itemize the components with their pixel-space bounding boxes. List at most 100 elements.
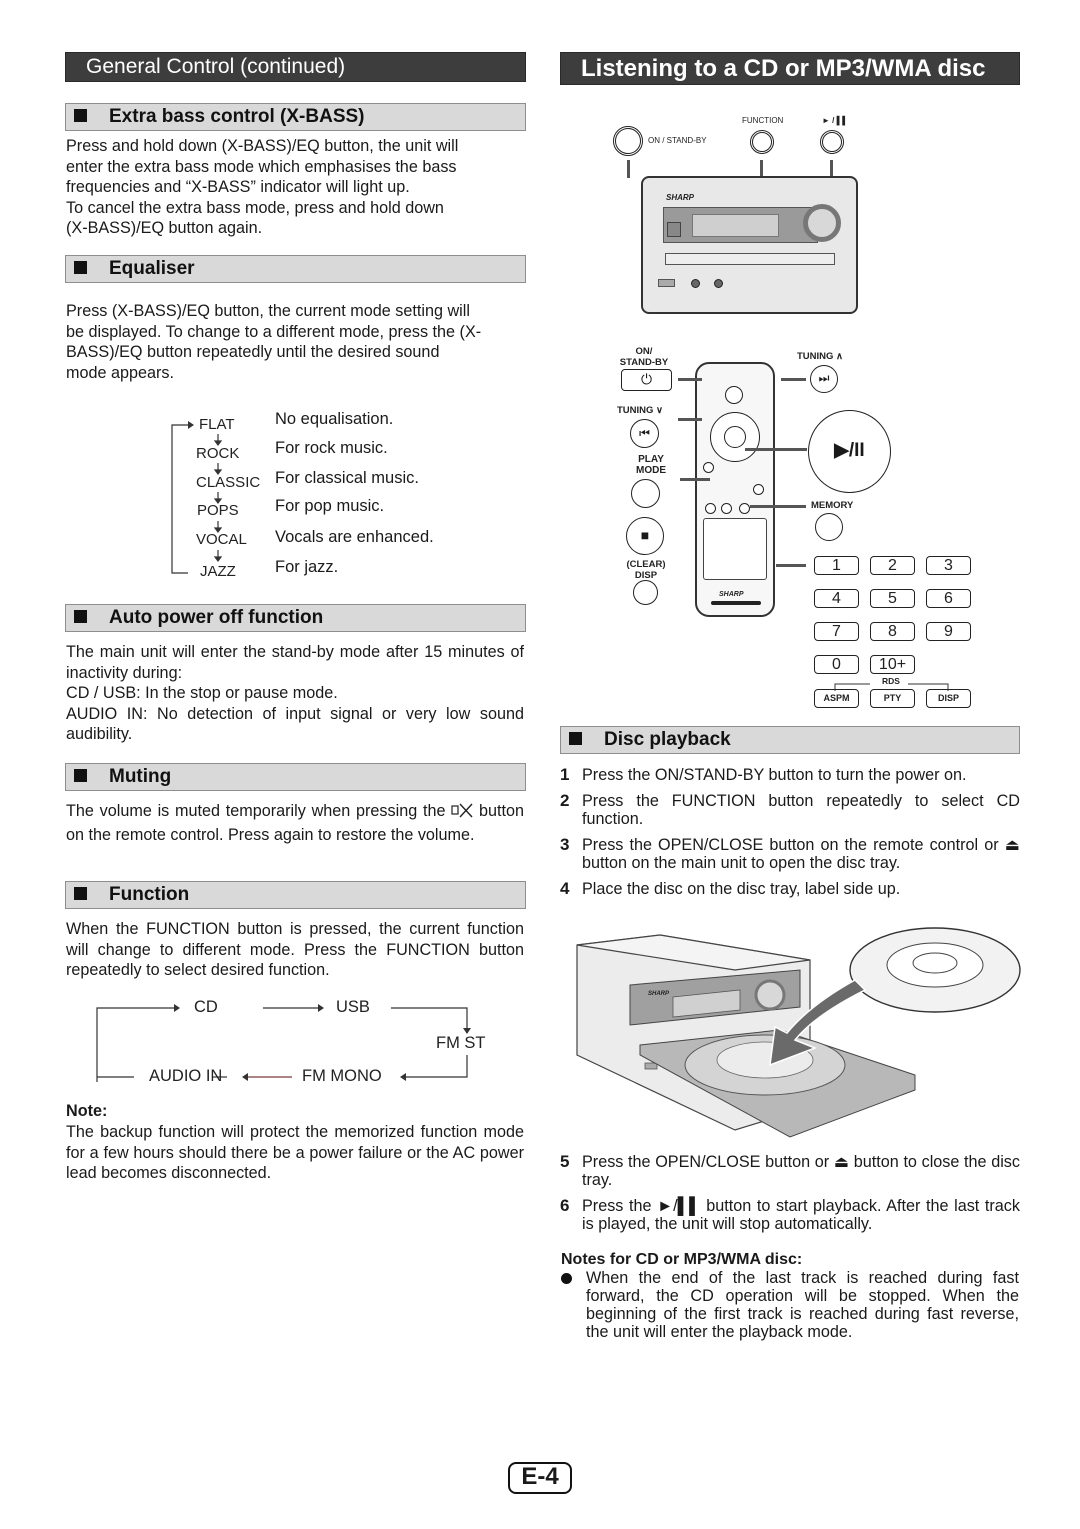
unit-usb-port (658, 279, 675, 287)
remote-function-button[interactable] (725, 386, 743, 404)
unit-function-label: FUNCTION (742, 116, 784, 125)
remote-memory-big-button[interactable] (815, 513, 843, 541)
keypad-button-9[interactable]: 9 (926, 622, 971, 641)
heading-text: Equaliser (109, 258, 195, 279)
unit-brand-logo-3d: SHARP (648, 991, 670, 997)
leader-lines (750, 505, 806, 508)
remote-play-mode-button[interactable] (631, 479, 660, 508)
remote-stop-button[interactable]: ■ (626, 517, 664, 555)
function-mode-cd: CD (194, 998, 218, 1016)
eq-cycle-arrows (171, 421, 223, 574)
keypad-button-2[interactable]: 2 (870, 556, 915, 575)
label-tuning-down: TUNING ∨ (617, 405, 664, 416)
step-text: Press the FUNCTION button repeatedly to … (582, 792, 1020, 828)
step-text: Press the ►/▌▌ button to start playback.… (582, 1197, 1020, 1233)
label-line: ON/ (635, 346, 653, 357)
text-line: mode appears. (66, 363, 174, 382)
step-2: 2 Press the FUNCTION button repeatedly t… (560, 792, 1020, 832)
eq-desc-vocal: Vocals are enhanced. (275, 528, 434, 546)
function-body: When the FUNCTION button is pressed, the… (66, 920, 524, 979)
label-line: STAND-BY (619, 357, 669, 368)
step-text: Press the OPEN/CLOSE button on the remot… (582, 836, 1020, 872)
page-number: E-4 (508, 1462, 572, 1494)
muting-body: The volume is muted temporarily when pre… (66, 801, 524, 845)
unit-on-standby-button[interactable] (613, 126, 643, 156)
remote-xbass-button[interactable] (753, 484, 764, 495)
leader-lines (680, 478, 710, 481)
prev-track-icon: ⏮ (639, 426, 650, 440)
bullet-square-icon (74, 610, 87, 623)
main-unit-front: SHARP (641, 176, 858, 314)
function-mode-usb: USB (336, 998, 370, 1016)
unit-audio-in-jack (691, 279, 700, 288)
remote-control: SHARP (695, 362, 775, 617)
text-line: be displayed. To change to a different m… (66, 322, 482, 341)
heading-text: Extra bass control (X-BASS) (109, 106, 365, 127)
text-line: BASS)/EQ button repeatedly until the des… (66, 343, 440, 361)
remote-tuning-up-button[interactable]: ⏭ (810, 365, 838, 393)
leader-lines (781, 378, 806, 381)
next-track-icon: ⏭ (818, 371, 830, 385)
remote-memory-button[interactable] (739, 503, 750, 514)
eq-mode-flat: FLAT (199, 416, 235, 433)
step-text: Press the OPEN/CLOSE button or ⏏ button … (582, 1153, 1020, 1189)
step-number: 5 (560, 1152, 570, 1171)
step-6: 6 Press the ►/▌▌ button to start playbac… (560, 1197, 1020, 1237)
remote-folder-button[interactable] (703, 462, 714, 473)
remote-sleep-button[interactable] (721, 503, 732, 514)
label-play-mode: PLAY MODE (636, 454, 666, 476)
unit-lcd (692, 214, 779, 237)
unit-volume-knob[interactable] (803, 204, 841, 242)
eq-mode-pops: POPS (197, 502, 239, 519)
power-icon: ⏻ (640, 371, 653, 387)
section-heading-disc-playback: Disc playback (560, 726, 1020, 754)
bullet-square-icon (74, 887, 87, 900)
remote-play-pause-big-button[interactable]: ▶/II (808, 410, 891, 493)
text-para: The main unit will enter the stand-by mo… (66, 643, 524, 682)
function-mode-fmmono: FM MONO (302, 1067, 382, 1085)
step-number: 3 (560, 835, 570, 854)
step-number: 2 (560, 791, 570, 810)
eq-desc-jazz: For jazz. (275, 558, 339, 576)
keypad-button-8[interactable]: 8 (870, 622, 915, 641)
step-3: 3 Press the OPEN/CLOSE button on the rem… (560, 836, 1020, 876)
keypad-button-4[interactable]: 4 (814, 589, 859, 608)
remote-clear-disp-button[interactable] (705, 503, 716, 514)
keypad-button-6[interactable]: 6 (926, 589, 971, 608)
function-mode-fmst: FM ST (436, 1034, 486, 1052)
bullet-square-icon (74, 109, 87, 122)
note-text: The backup function will protect the mem… (66, 1123, 524, 1182)
keypad-button-1[interactable]: 1 (814, 556, 859, 575)
heading-text: Auto power off function (109, 607, 324, 628)
play-pause-icon: ▶/II (834, 440, 865, 461)
remote-clear-disp-big-button[interactable] (633, 580, 658, 605)
eq-mode-rock: ROCK (196, 445, 240, 462)
keypad-button-3[interactable]: 3 (926, 556, 971, 575)
step-number: 6 (560, 1196, 570, 1215)
leader-lines (678, 378, 702, 381)
stop-icon: ■ (640, 527, 650, 543)
remote-tuning-down-button[interactable]: ⏮ (630, 419, 659, 448)
keypad-button-7[interactable]: 7 (814, 622, 859, 641)
keypad-button-10plus[interactable]: 10+ (870, 655, 915, 674)
heading-text: Function (109, 884, 190, 905)
unit-open-close-button[interactable] (667, 222, 681, 237)
remote-on-standby-button[interactable]: ⏻ (621, 369, 672, 391)
bullet-square-icon (569, 732, 582, 745)
step-5: 5 Press the OPEN/CLOSE button or ⏏ butto… (560, 1153, 1020, 1193)
remote-play-pause-button[interactable] (724, 426, 746, 448)
keypad-button-5[interactable]: 5 (870, 589, 915, 608)
bullet-square-icon (74, 261, 87, 274)
unit-play-pause-button[interactable] (820, 130, 844, 154)
section-heading-function: Function (65, 881, 526, 909)
unit-function-button[interactable] (750, 130, 774, 154)
mute-speaker-icon (451, 801, 473, 825)
label-line: (CLEAR) (626, 559, 666, 570)
remote-brand-logo: SHARP (719, 591, 744, 598)
unit-disc-slot (665, 253, 835, 265)
heading-text: Disc playback (604, 729, 731, 750)
equaliser-body: Press (X-BASS)/EQ button, the current mo… (66, 301, 536, 383)
keypad-button-0[interactable]: 0 (814, 655, 859, 674)
leader-lines (745, 448, 807, 451)
autopower-body: The main unit will enter the stand-by mo… (66, 642, 524, 745)
